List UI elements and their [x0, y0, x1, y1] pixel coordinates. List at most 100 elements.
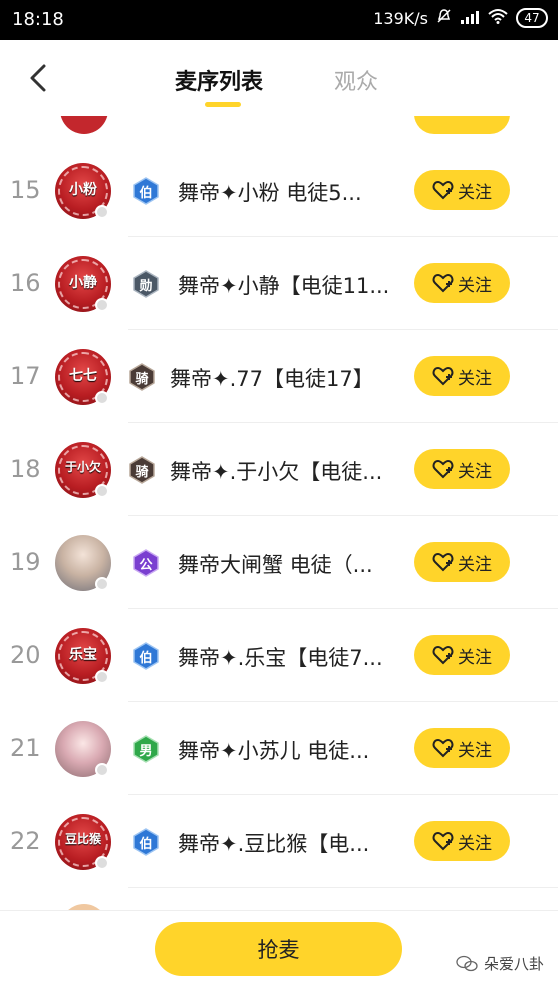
heart-plus-icon [432, 552, 454, 572]
partial-follow-button[interactable] [414, 116, 510, 134]
rank-number: 15 [10, 176, 41, 204]
follow-button[interactable]: 关注 [414, 170, 510, 210]
follow-button[interactable]: 关注 [414, 356, 510, 396]
user-name: 舞帝✦.乐宝【电徒7... [178, 646, 383, 670]
wechat-icon [456, 955, 478, 971]
follow-label: 关注 [458, 647, 492, 668]
rank-number: 21 [10, 734, 41, 762]
heart-plus-icon [432, 459, 454, 479]
badge-label: 伯 [139, 837, 153, 852]
status-dot [95, 856, 109, 870]
status-dot [95, 298, 109, 312]
chevron-left-icon [30, 64, 46, 92]
user-name: 舞帝✦.于小欠【电徒... [170, 460, 383, 484]
signal-icon [460, 9, 480, 28]
rank-number: 17 [10, 362, 41, 390]
rank-number: 18 [10, 455, 41, 483]
heart-plus-icon [432, 831, 454, 851]
follow-button[interactable]: 关注 [414, 542, 510, 582]
list-item[interactable]: 18 于小欠 骑 舞帝✦.于小欠【电徒... 关注 [0, 423, 558, 516]
user-name: 舞帝✦小粉 电徒5... [178, 181, 362, 205]
watermark-text: 朵爱八卦 [483, 955, 544, 973]
avatar-label: 乐宝 [69, 647, 97, 663]
divider [128, 887, 558, 888]
list-item[interactable]: 21 男 舞帝✦小苏儿 电徒... 关注 [0, 702, 558, 795]
status-bar: 18:18 139K/s 47 [0, 0, 558, 40]
tab-audience[interactable]: 观众 [334, 64, 378, 96]
user-name: 舞帝大闸蟹 电徒（... [178, 553, 373, 577]
status-time: 18:18 [12, 9, 64, 30]
back-button[interactable] [24, 58, 54, 98]
rank-number: 16 [10, 269, 41, 297]
badge-label: 伯 [139, 186, 153, 201]
level-badge: 伯 [132, 177, 160, 205]
follow-button[interactable]: 关注 [414, 449, 510, 489]
heart-plus-icon [432, 273, 454, 293]
bottom-bar: 抢麦 朵爱八卦 [0, 910, 558, 988]
list-item[interactable]: 19 公 舞帝大闸蟹 电徒（... 关注 [0, 516, 558, 609]
wifi-icon [488, 8, 508, 28]
user-name: 舞帝✦小静【电徒11... [178, 274, 390, 298]
level-badge: 骑 [128, 363, 156, 391]
avatar-label: 于小欠 [64, 460, 101, 474]
status-dot [95, 670, 109, 684]
level-badge: 伯 [132, 828, 160, 856]
user-name: 舞帝✦.77【电徒17】 [170, 367, 374, 391]
heart-plus-icon [432, 180, 454, 200]
list-item[interactable]: 15 小粉 伯 舞帝✦小粉 电徒5... 关注 [0, 144, 558, 237]
level-badge: 公 [132, 549, 160, 577]
avatar-label: 小静 [69, 275, 97, 291]
user-name: 舞帝✦小苏儿 电徒... [178, 739, 370, 763]
status-dot [95, 391, 109, 405]
rank-number: 22 [10, 827, 41, 855]
badge-label: 骑 [135, 465, 149, 480]
badge-label: 男 [139, 744, 153, 759]
badge-label: 骑 [135, 372, 149, 387]
follow-label: 关注 [458, 461, 492, 482]
watermark: 朵爱八卦 [456, 953, 544, 974]
follow-label: 关注 [458, 182, 492, 203]
level-badge: 勋 [132, 270, 160, 298]
follow-label: 关注 [458, 368, 492, 389]
mic-queue-list[interactable]: 15 小粉 伯 舞帝✦小粉 电徒5... 关注 16 小静 勋 舞帝✦小静【电徒… [0, 116, 558, 910]
badge-label: 公 [139, 558, 153, 573]
list-item[interactable]: 20 乐宝 伯 舞帝✦.乐宝【电徒7... 关注 [0, 609, 558, 702]
badge-label: 伯 [139, 651, 153, 666]
follow-button[interactable]: 关注 [414, 635, 510, 675]
partial-avatar [60, 116, 108, 134]
nav-bar: 麦序列表 观众 [0, 40, 558, 116]
follow-button[interactable]: 关注 [414, 263, 510, 303]
badge-label: 勋 [139, 279, 153, 294]
tab-indicator [205, 102, 241, 107]
avatar-label: 小粉 [69, 182, 97, 198]
rank-number: 20 [10, 641, 41, 669]
level-badge: 男 [132, 735, 160, 763]
status-dot [95, 577, 109, 591]
list-item[interactable]: 16 小静 勋 舞帝✦小静【电徒11... 关注 [0, 237, 558, 330]
avatar-label: 七七 [69, 368, 97, 384]
user-name: 舞帝✦.豆比猴【电... [178, 832, 370, 856]
grab-mic-button[interactable]: 抢麦 [155, 922, 402, 976]
status-dot [95, 763, 109, 777]
level-badge: 骑 [128, 456, 156, 484]
follow-button[interactable]: 关注 [414, 728, 510, 768]
follow-label: 关注 [458, 275, 492, 296]
follow-button[interactable]: 关注 [414, 821, 510, 861]
status-right: 139K/s 47 [373, 8, 548, 28]
level-badge: 伯 [132, 642, 160, 670]
status-dot [95, 484, 109, 498]
follow-label: 关注 [458, 554, 492, 575]
avatar-label: 豆比猴 [64, 832, 101, 846]
tab-mic-queue[interactable]: 麦序列表 [175, 64, 263, 96]
follow-label: 关注 [458, 833, 492, 854]
list-item[interactable]: 17 七七 骑 舞帝✦.77【电徒17】 关注 [0, 330, 558, 423]
net-speed: 139K/s [373, 8, 428, 28]
battery-icon: 47 [516, 8, 548, 28]
mute-alarm-icon [436, 8, 452, 28]
heart-plus-icon [432, 738, 454, 758]
heart-plus-icon [432, 366, 454, 386]
status-dot [95, 205, 109, 219]
heart-plus-icon [432, 645, 454, 665]
list-item[interactable]: 22 豆比猴 伯 舞帝✦.豆比猴【电... 关注 [0, 795, 558, 888]
follow-label: 关注 [458, 740, 492, 761]
